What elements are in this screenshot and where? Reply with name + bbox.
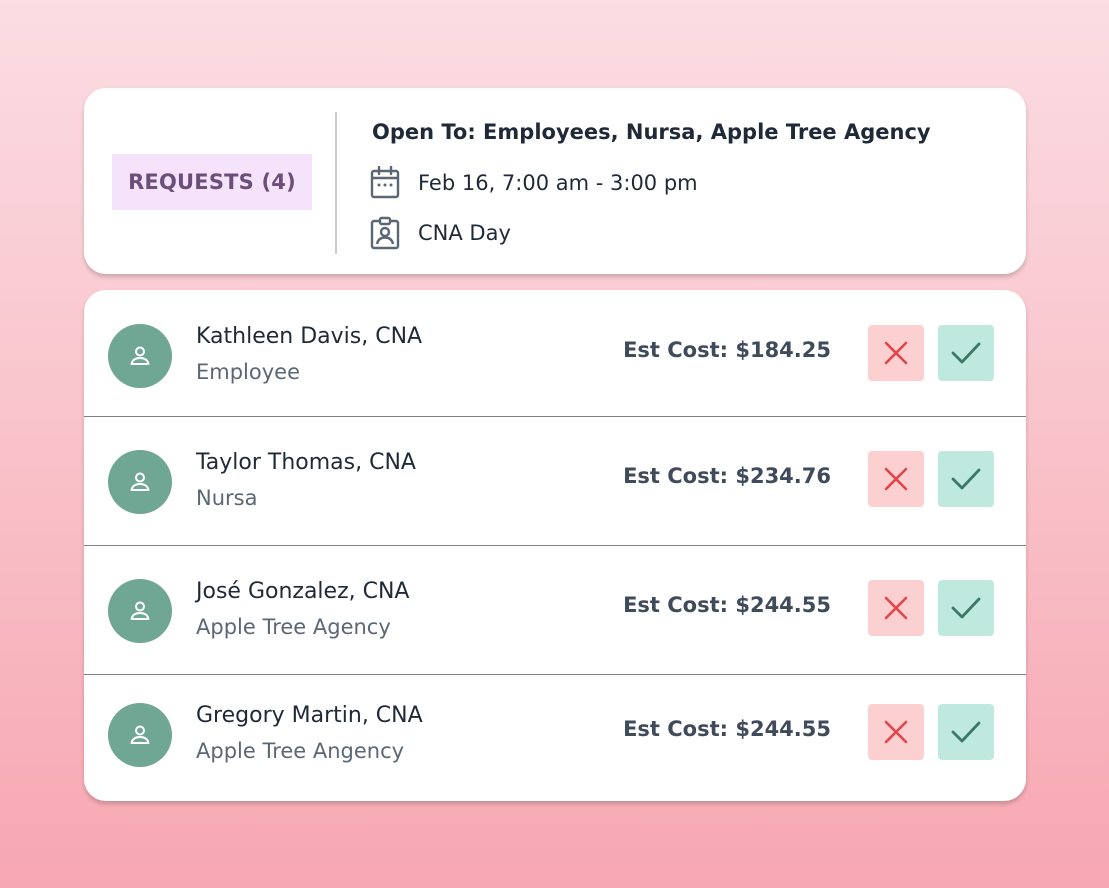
request-row: Kathleen Davis, CNA Employee Est Cost: $… xyxy=(84,290,1026,416)
approve-button[interactable] xyxy=(938,580,994,636)
check-icon xyxy=(951,342,981,364)
check-icon xyxy=(951,468,981,490)
request-row: Gregory Martin, CNA Apple Tree Angency E… xyxy=(84,675,1026,801)
request-row: Taylor Thomas, CNA Nursa Est Cost: $234.… xyxy=(84,417,1026,545)
avatar xyxy=(108,450,172,514)
requester-source: Employee xyxy=(196,360,301,384)
requests-list: Kathleen Davis, CNA Employee Est Cost: $… xyxy=(84,290,1026,801)
requester-name: Gregory Martin, CNA xyxy=(196,703,423,728)
approve-button[interactable] xyxy=(938,325,994,381)
shift-date-row: Feb 16, 7:00 am - 3:00 pm xyxy=(370,166,698,200)
requester-name: Taylor Thomas, CNA xyxy=(196,450,416,475)
est-cost: Est Cost: $234.76 xyxy=(623,464,831,488)
requester-name: Kathleen Davis, CNA xyxy=(196,324,423,349)
close-icon xyxy=(884,467,908,491)
check-icon xyxy=(951,597,981,619)
decline-button[interactable] xyxy=(868,451,924,507)
shift-header-card: REQUESTS (4) Open To: Employees, Nursa, … xyxy=(84,88,1026,274)
decline-button[interactable] xyxy=(868,325,924,381)
requester-source: Apple Tree Angency xyxy=(196,739,405,763)
header-divider xyxy=(335,112,337,254)
requests-count-badge[interactable]: REQUESTS (4) xyxy=(112,154,312,210)
est-cost: Est Cost: $184.25 xyxy=(623,338,831,362)
decline-button[interactable] xyxy=(868,580,924,636)
user-icon xyxy=(130,346,150,365)
avatar xyxy=(108,703,172,767)
shift-type-text: CNA Day xyxy=(418,221,511,245)
user-icon xyxy=(130,472,150,491)
request-row: José Gonzalez, CNA Apple Tree Agency Est… xyxy=(84,546,1026,674)
check-icon xyxy=(951,721,981,743)
approve-button[interactable] xyxy=(938,704,994,760)
close-icon xyxy=(884,596,908,620)
id-badge-icon xyxy=(370,216,400,250)
avatar xyxy=(108,579,172,643)
close-icon xyxy=(884,341,908,365)
requester-name: José Gonzalez, CNA xyxy=(196,579,410,604)
calendar-icon xyxy=(370,166,400,199)
est-cost: Est Cost: $244.55 xyxy=(623,717,831,741)
approve-button[interactable] xyxy=(938,451,994,507)
shift-type-row: CNA Day xyxy=(370,216,511,250)
decline-button[interactable] xyxy=(868,704,924,760)
requester-source: Apple Tree Agency xyxy=(196,615,391,639)
user-icon xyxy=(130,725,150,744)
est-cost: Est Cost: $244.55 xyxy=(623,593,831,617)
avatar xyxy=(108,324,172,388)
open-to-label: Open To: Employees, Nursa, Apple Tree Ag… xyxy=(372,120,931,144)
shift-date-text: Feb 16, 7:00 am - 3:00 pm xyxy=(418,171,698,195)
user-icon xyxy=(130,601,150,620)
requester-source: Nursa xyxy=(196,486,258,510)
close-icon xyxy=(884,720,908,744)
